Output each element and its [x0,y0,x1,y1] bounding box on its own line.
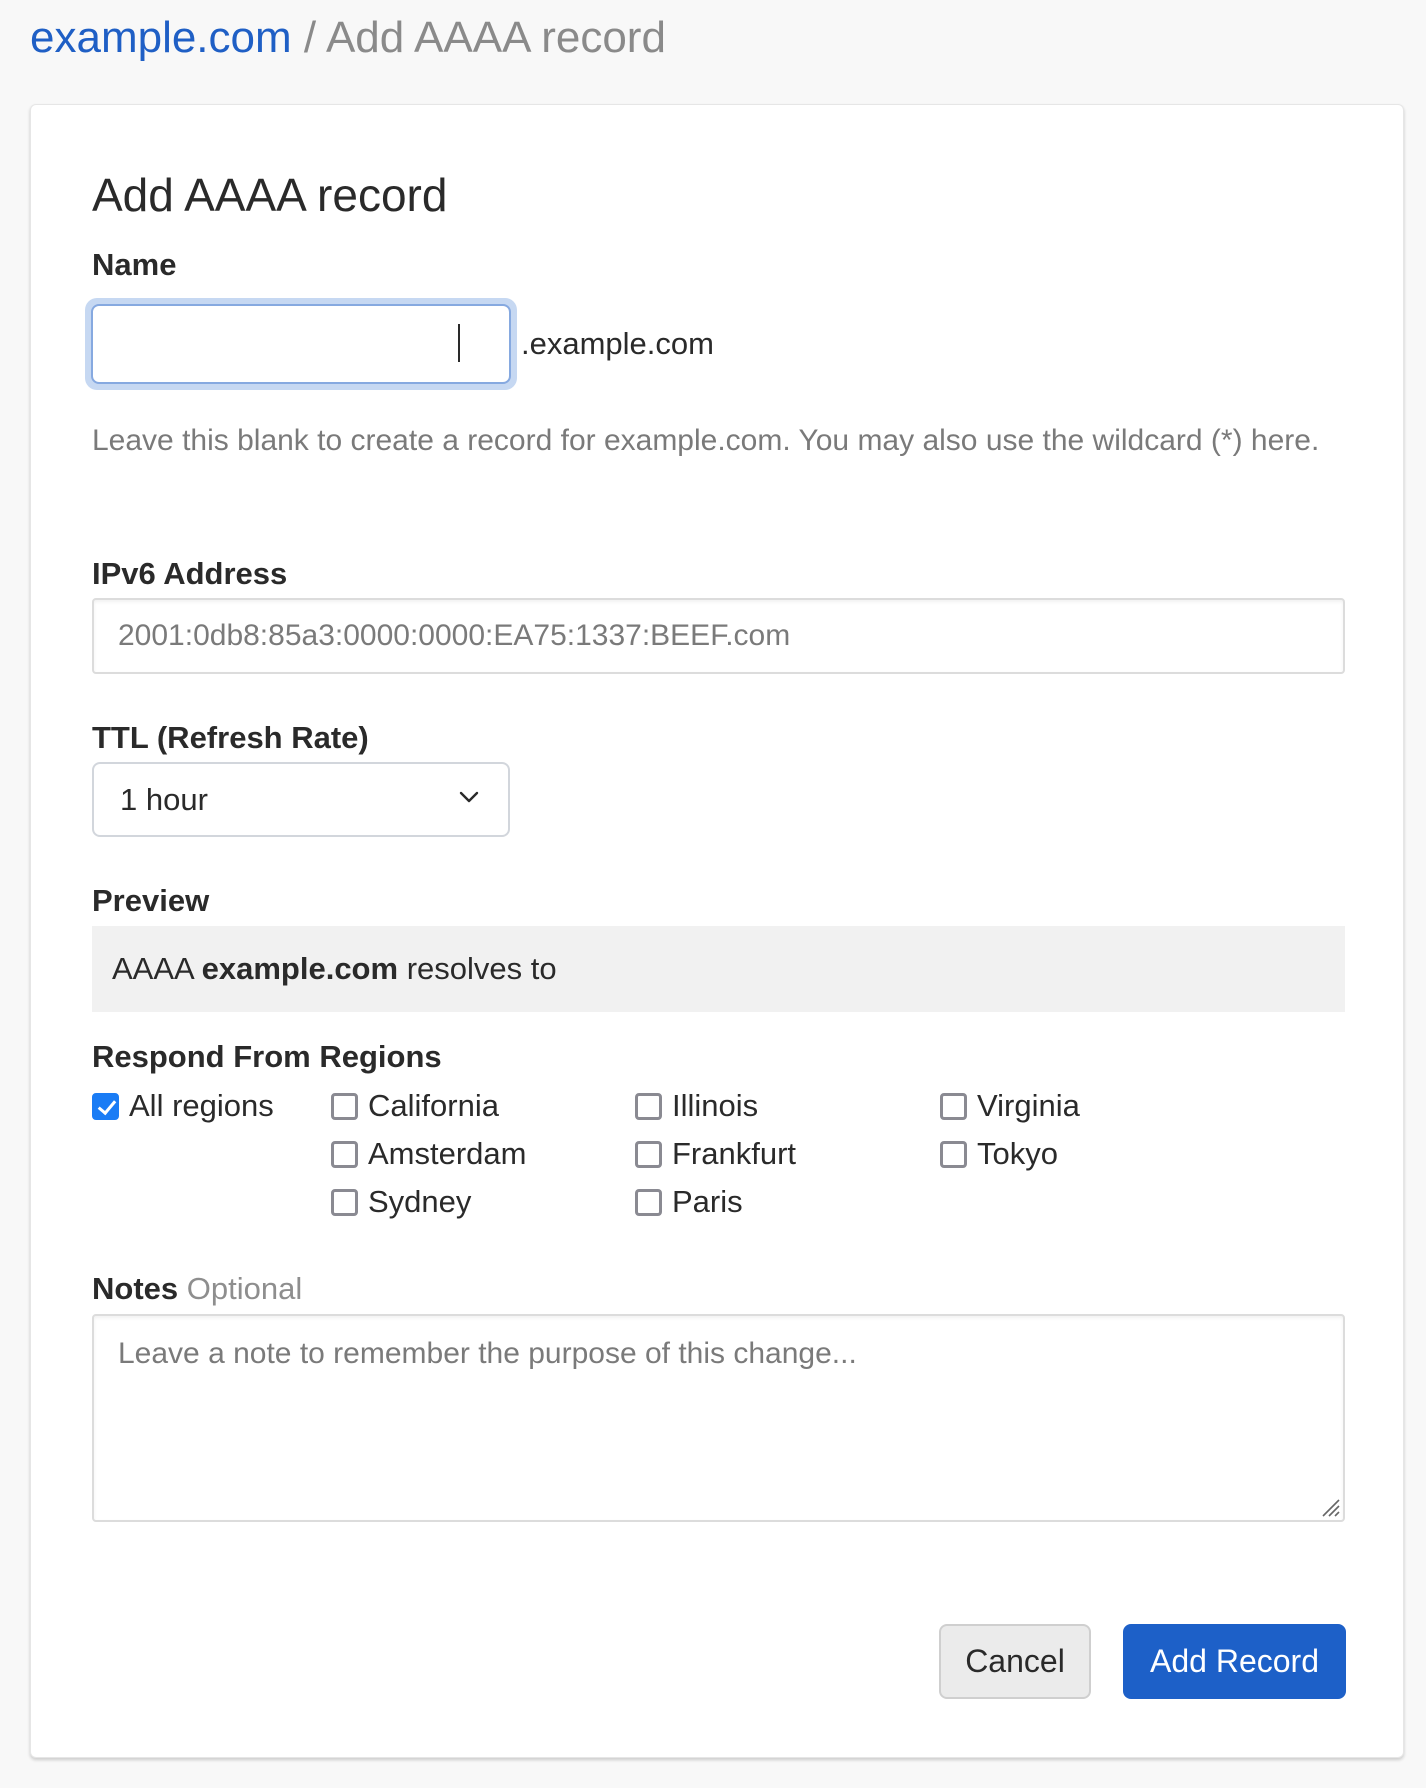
regions-label: Respond From Regions [92,1039,442,1074]
region-label: All regions [129,1088,274,1123]
text-caret [458,324,460,362]
breadcrumb-domain-link[interactable]: example.com [30,13,292,62]
ttl-selected-value: 1 hour [120,782,208,817]
breadcrumb-current: Add AAAA record [325,13,666,62]
region-all-regions[interactable]: All regions [92,1082,274,1130]
breadcrumb: example.com / Add AAAA record [30,10,666,66]
checkbox-icon[interactable] [331,1188,358,1216]
cancel-button[interactable]: Cancel [939,1624,1091,1699]
name-input[interactable] [91,304,511,384]
preview-label: Preview [92,883,210,918]
notes-wrapper [92,1314,1345,1522]
form-title: Add AAAA record [92,169,448,221]
ipv6-label: IPv6 Address [92,556,288,591]
checkbox-checked-icon[interactable] [92,1092,119,1120]
checkbox-icon[interactable] [635,1188,662,1216]
region-paris[interactable]: Paris [635,1178,743,1226]
regions-group: All regions California Illinois Virginia… [92,1082,1345,1242]
ttl-label: TTL (Refresh Rate) [92,720,369,755]
region-label: Tokyo [977,1136,1058,1171]
chevron-down-icon [459,791,479,803]
region-label: Virginia [977,1088,1080,1123]
add-record-button[interactable]: Add Record [1123,1624,1346,1699]
notes-label-text: Notes [92,1271,179,1306]
notes-textarea[interactable] [92,1314,1345,1522]
name-label: Name [92,247,177,282]
region-label: California [368,1088,499,1123]
checkbox-icon[interactable] [940,1140,967,1168]
name-focus-ring [85,298,517,390]
region-label: Amsterdam [368,1136,527,1171]
region-frankfurt[interactable]: Frankfurt [635,1130,796,1178]
resize-handle-icon[interactable] [1317,1494,1341,1518]
region-tokyo[interactable]: Tokyo [940,1130,1058,1178]
region-virginia[interactable]: Virginia [940,1082,1080,1130]
checkbox-icon[interactable] [635,1140,662,1168]
region-label: Illinois [672,1088,759,1123]
name-help-text: Leave this blank to create a record for … [92,424,1320,457]
region-label: Paris [672,1184,743,1219]
notes-label: Notes Optional [92,1270,302,1308]
ttl-select[interactable]: 1 hour [92,762,510,837]
checkbox-icon[interactable] [331,1092,358,1120]
preview-record-type: AAAA [112,951,193,986]
region-label: Frankfurt [672,1136,797,1171]
preview-resolves-text: resolves to [406,951,557,986]
preview-box: AAAA example.com resolves to [92,926,1345,1012]
checkbox-icon[interactable] [635,1092,662,1120]
region-california[interactable]: California [331,1082,499,1130]
ipv6-address-input[interactable] [92,598,1345,674]
region-label: Sydney [368,1184,472,1219]
region-sydney[interactable]: Sydney [331,1178,471,1226]
region-illinois[interactable]: Illinois [635,1082,758,1130]
checkbox-icon[interactable] [331,1140,358,1168]
breadcrumb-separator: / [303,13,317,62]
preview-host: example.com [201,951,399,986]
region-amsterdam[interactable]: Amsterdam [331,1130,526,1178]
checkbox-icon[interactable] [940,1092,967,1120]
add-record-card: Add AAAA record Name .example.com Leave … [30,104,1404,1758]
notes-optional-tag: Optional [186,1271,303,1306]
name-domain-suffix: .example.com [521,326,714,361]
